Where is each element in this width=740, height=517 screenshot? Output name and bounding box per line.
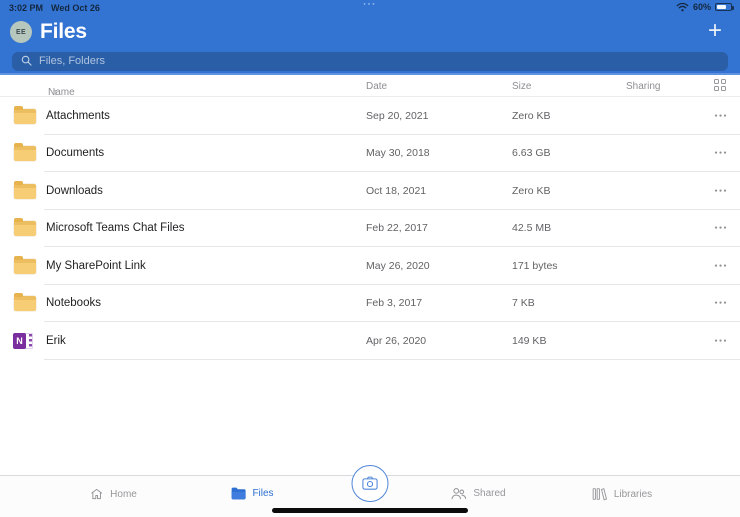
file-date: Feb 3, 2017 (366, 297, 423, 310)
camera-icon (362, 476, 378, 490)
tab-shared[interactable]: Shared (450, 487, 506, 500)
file-name: Erik (46, 334, 66, 347)
camera-button[interactable] (351, 465, 389, 502)
status-time-date: 3:02 PM Wed Oct 26 (9, 3, 100, 13)
app-header: 3:02 PM Wed Oct 26 ●●● 60% EE Files + (0, 0, 740, 75)
folder-icon (14, 105, 36, 124)
files-folder-icon (231, 487, 246, 500)
status-time: 3:02 PM (9, 3, 44, 13)
file-list: N Attachments Sep 20, 2021 Zero KB ●●● N… (0, 97, 740, 360)
more-options-button[interactable]: ●●● (710, 298, 732, 308)
file-size: 7 KB (512, 297, 535, 310)
onedrive-files-screen: 3:02 PM Wed Oct 26 ●●● 60% EE Files + Fi… (0, 0, 740, 517)
title-row: EE Files + (0, 18, 740, 46)
file-name: Documents (46, 147, 105, 160)
table-row[interactable]: N My SharePoint Link May 26, 2020 171 by… (0, 247, 740, 285)
file-name: Downloads (46, 184, 103, 197)
file-size: 171 bytes (512, 259, 558, 272)
more-options-button[interactable]: ●●● (710, 186, 732, 196)
status-indicators: 60% (676, 2, 734, 12)
wifi-icon (676, 2, 689, 12)
view-layout-toggle-icon[interactable] (714, 79, 727, 92)
battery-icon (715, 3, 734, 11)
table-row[interactable]: N Documents May 30, 2018 6.63 GB ●●● (0, 135, 740, 173)
status-date: Wed Oct 26 (51, 3, 100, 13)
file-name: Microsoft Teams Chat Files (46, 222, 185, 235)
battery-percent: 60% (692, 2, 711, 12)
tab-home[interactable]: Home (89, 487, 137, 501)
tab-label: Files (252, 488, 274, 499)
file-size: Zero KB (512, 109, 551, 122)
folder-icon (14, 180, 36, 199)
search-bar (12, 51, 728, 71)
file-name: My SharePoint Link (46, 259, 146, 272)
file-date: Oct 18, 2021 (366, 184, 427, 197)
status-bar: 3:02 PM Wed Oct 26 ●●● 60% (0, 0, 740, 16)
file-date: May 26, 2020 (366, 259, 430, 272)
tab-libraries[interactable]: Libraries (592, 487, 652, 501)
more-options-button[interactable]: ●●● (710, 111, 732, 121)
home-indicator[interactable] (272, 508, 468, 513)
tab-label: Libraries (613, 488, 653, 500)
sort-ascending-icon: ↑ (53, 87, 58, 97)
file-date: Sep 20, 2021 (366, 109, 429, 122)
file-name: Attachments (46, 109, 110, 122)
folder-icon (14, 143, 36, 162)
file-size: Zero KB (512, 184, 551, 197)
table-row[interactable]: N Microsoft Teams Chat Files Feb 22, 201… (0, 210, 740, 248)
column-date[interactable]: Date (366, 81, 387, 92)
file-date: Feb 22, 2017 (366, 222, 428, 235)
more-options-button[interactable]: ●●● (710, 336, 732, 346)
more-options-button[interactable]: ●●● (710, 261, 732, 271)
folder-icon (14, 218, 36, 237)
libraries-books-icon (592, 488, 607, 501)
file-size: 6.63 GB (512, 147, 551, 160)
page-title: Files (40, 20, 87, 43)
search-input[interactable] (12, 51, 728, 71)
more-options-button[interactable]: ●●● (710, 223, 732, 233)
shared-people-icon (451, 488, 467, 500)
file-size: 149 KB (512, 334, 547, 347)
add-button[interactable]: + (702, 18, 728, 44)
multitask-dots-icon: ●●● (363, 1, 377, 6)
file-date: May 30, 2018 (366, 147, 430, 160)
column-sharing[interactable]: Sharing (626, 81, 660, 92)
file-name: Notebooks (46, 297, 101, 310)
table-row[interactable]: N Erik Apr 26, 2020 149 KB ●●● (0, 322, 740, 360)
folder-icon (14, 255, 36, 274)
file-date: Apr 26, 2020 (366, 334, 427, 347)
avatar[interactable]: EE (10, 21, 32, 43)
tab-files[interactable]: Files (230, 487, 274, 500)
table-row[interactable]: N Notebooks Feb 3, 2017 7 KB ●●● (0, 285, 740, 323)
home-icon (91, 488, 103, 500)
onenote-icon: N (13, 332, 34, 350)
tab-label: Shared (473, 488, 506, 499)
file-size: 42.5 MB (512, 222, 552, 235)
column-size[interactable]: Size (512, 81, 531, 92)
list-column-header: Name ↑ Date Size Sharing (0, 75, 740, 98)
more-options-button[interactable]: ●●● (710, 148, 732, 158)
table-row[interactable]: N Downloads Oct 18, 2021 Zero KB ●●● (0, 172, 740, 210)
folder-icon (14, 293, 36, 312)
table-row[interactable]: N Attachments Sep 20, 2021 Zero KB ●●● (0, 97, 740, 135)
tab-label: Home (110, 488, 137, 500)
